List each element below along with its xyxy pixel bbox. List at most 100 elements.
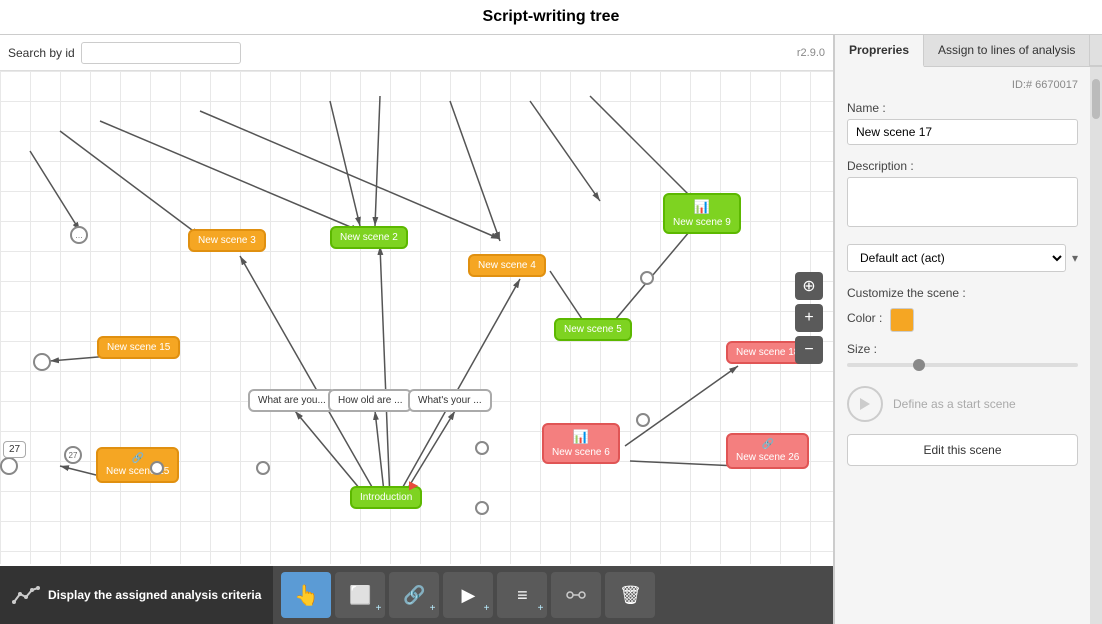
toolbar-delete-btn[interactable]: 🗑: [605, 572, 655, 618]
bottom-toolbar: Display the assigned analysis criteria 👆…: [0, 566, 833, 624]
size-row: Size :: [847, 342, 1078, 370]
node-s3[interactable]: New scene 3: [188, 229, 266, 252]
search-input[interactable]: [81, 42, 241, 64]
start-scene-row: Define as a start scene: [847, 386, 1078, 422]
name-input[interactable]: [847, 119, 1078, 145]
node-s9[interactable]: 📊 New scene 9: [663, 193, 741, 234]
nav-zoom-in-btn[interactable]: +: [795, 304, 823, 332]
description-textarea[interactable]: [847, 177, 1078, 227]
node-label: New scene 5: [564, 324, 622, 335]
act-dropdown-icon: ▾: [1072, 251, 1078, 265]
connector-left2[interactable]: [0, 457, 18, 475]
node-label: New scene 15: [107, 342, 170, 353]
color-label: Color :: [847, 311, 882, 325]
app-container: Script-writing tree Search by id r2.9.0: [0, 0, 1102, 624]
node-label: New scene 18: [736, 347, 799, 358]
nav-zoom-out-btn[interactable]: −: [795, 336, 823, 364]
scene-icon: 📊: [573, 429, 589, 445]
node-s15[interactable]: New scene 15: [97, 336, 180, 359]
connector-left1[interactable]: [33, 353, 51, 371]
add-media-plus: +: [484, 603, 490, 614]
node-s2[interactable]: New scene 2: [330, 226, 408, 249]
node-27[interactable]: 27: [3, 441, 26, 458]
node-s26[interactable]: 🔗 New scene 26: [726, 433, 809, 469]
node-s4[interactable]: New scene 4: [468, 254, 546, 277]
node-q3[interactable]: What's your ...: [408, 389, 492, 412]
size-slider[interactable]: [847, 363, 1078, 367]
search-label: Search by id: [8, 46, 75, 60]
criteria-icon: [12, 584, 40, 606]
toolbar-connect-btn[interactable]: [551, 572, 601, 618]
node-label: What's your ...: [418, 395, 482, 406]
scene-icon: 🔗: [761, 439, 773, 450]
connector-mid5: [640, 271, 654, 285]
node-intro[interactable]: ▶ Introduction: [350, 486, 422, 509]
connector-mid3: [475, 501, 489, 515]
add-link-plus: +: [430, 603, 436, 614]
scrollbar-thumb: [1092, 79, 1100, 119]
customize-label: Customize the scene :: [847, 286, 1078, 300]
toolbar-cursor-btn[interactable]: 👆: [281, 572, 331, 618]
canvas-area: Search by id r2.9.0: [0, 35, 834, 624]
nav-controls: ⊕ + −: [795, 272, 823, 364]
node-s25[interactable]: 🔗 New scene 25: [96, 447, 179, 483]
scene-icon: 🔗: [131, 453, 143, 464]
graph-canvas[interactable]: ▶ Introduction New scene 2 New scene 3 N…: [0, 71, 833, 564]
edit-btn-label: Edit this scene: [923, 443, 1001, 457]
tab-spacer: [1090, 35, 1102, 66]
title-bar: Script-writing tree: [0, 0, 1102, 35]
app-title: Script-writing tree: [483, 8, 620, 25]
node-s6[interactable]: 📊 New scene 6: [542, 423, 620, 464]
toolbar-add-scene-btn[interactable]: ⬜ +: [335, 572, 385, 618]
node-label: Introduction: [360, 492, 412, 503]
node-label: New scene 4: [478, 260, 536, 271]
connector-mid6: [150, 461, 164, 475]
customize-section: Customize the scene : Color : Size :: [847, 286, 1078, 370]
connect-icon: [566, 585, 586, 605]
version-label: r2.9.0: [797, 47, 825, 59]
toolbar-add-media-btn[interactable]: ▶ +: [443, 572, 493, 618]
node-label: New scene 2: [340, 232, 398, 243]
description-label: Description :: [847, 159, 1078, 173]
node-label: New scene 6: [552, 447, 610, 458]
panel-tabs: Propreries Assign to lines of analysis: [835, 35, 1102, 67]
name-field: Name :: [847, 101, 1078, 145]
add-list-plus: +: [538, 603, 544, 614]
node-label: How old are ...: [338, 395, 402, 406]
size-label: Size :: [847, 342, 877, 356]
tab-assign[interactable]: Assign to lines of analysis: [924, 35, 1090, 66]
panel-body: ID:# 6670017 Name : Description : Def: [835, 67, 1102, 624]
connector-node-27[interactable]: 27: [64, 446, 82, 464]
display-criteria-label: Display the assigned analysis criteria: [48, 588, 261, 602]
node-label: What are you...: [258, 395, 326, 406]
node-q1[interactable]: What are you...: [248, 389, 336, 412]
panel-scrollbar[interactable]: [1090, 67, 1102, 624]
nav-center-btn[interactable]: ⊕: [795, 272, 823, 300]
start-scene-label: Define as a start scene: [893, 397, 1016, 411]
add-scene-plus: +: [376, 603, 382, 614]
panel-content: ID:# 6670017 Name : Description : Def: [835, 67, 1090, 624]
toolbar-add-link-btn[interactable]: 🔗 +: [389, 572, 439, 618]
connector-mid1: [256, 461, 270, 475]
connector-mid4: [636, 413, 650, 427]
main-content: Search by id r2.9.0: [0, 35, 1102, 624]
description-field: Description :: [847, 159, 1078, 230]
node-label: New scene 9: [673, 217, 731, 228]
node-label: New scene 3: [198, 235, 256, 246]
toolbar-actions: 👆 ⬜ + 🔗 + ▶ +: [273, 572, 663, 618]
act-field: Default act (act) ▾: [847, 244, 1078, 272]
connector-top-left[interactable]: …: [70, 226, 88, 244]
edit-scene-button[interactable]: Edit this scene: [847, 434, 1078, 466]
right-panel: Propreries Assign to lines of analysis I…: [834, 35, 1102, 624]
play-marker: ▶: [409, 478, 418, 492]
act-select-row: Default act (act) ▾: [847, 244, 1078, 272]
display-criteria-button[interactable]: Display the assigned analysis criteria: [0, 566, 273, 624]
tab-properties[interactable]: Propreries: [835, 35, 924, 67]
act-select[interactable]: Default act (act): [847, 244, 1066, 272]
color-row: Color :: [847, 308, 1078, 332]
node-s5[interactable]: New scene 5: [554, 318, 632, 341]
color-swatch[interactable]: [890, 308, 914, 332]
canvas-toolbar: Search by id r2.9.0: [0, 35, 833, 71]
node-q2[interactable]: How old are ...: [328, 389, 412, 412]
toolbar-add-list-btn[interactable]: ≡ +: [497, 572, 547, 618]
